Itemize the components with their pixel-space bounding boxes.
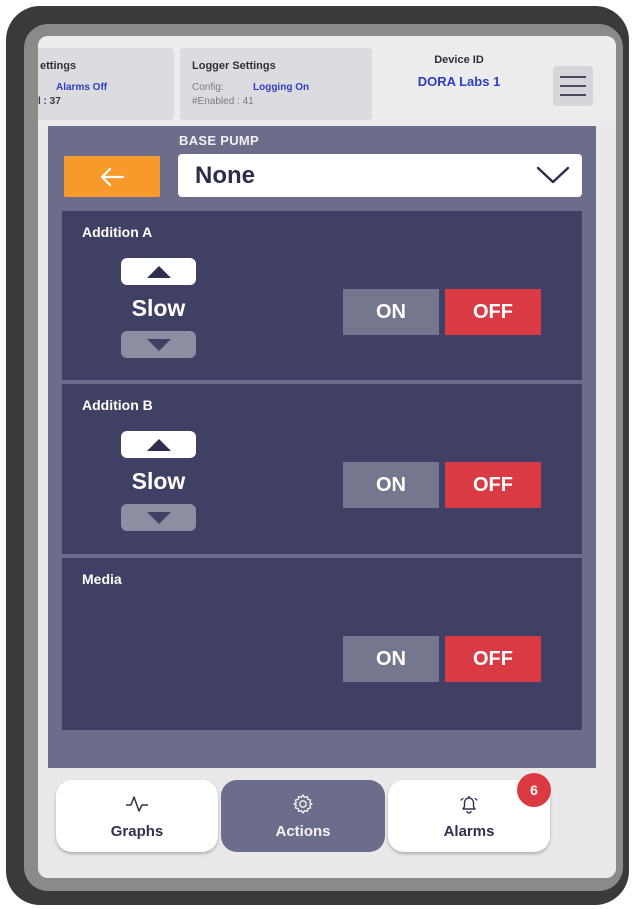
alarm-settings-title: ettings xyxy=(40,60,77,72)
alarm-count: l : 37 xyxy=(38,96,61,107)
hamburger-menu-icon-bar xyxy=(560,94,586,96)
alarm-count-badge: 6 xyxy=(517,773,551,807)
triangle-down-icon xyxy=(146,338,171,351)
pump-speed: Slow xyxy=(131,468,186,494)
pump-card-addition-b: Addition B Slow ON OFF xyxy=(62,384,582,554)
device-id-label: Device ID xyxy=(434,54,484,66)
nav-graphs-button[interactable]: Graphs xyxy=(56,780,218,852)
bell-icon xyxy=(460,795,478,814)
triangle-up-icon xyxy=(146,265,171,278)
hamburger-menu-icon-bar xyxy=(560,85,586,87)
speed-down-button[interactable] xyxy=(121,331,196,358)
pump-off-button[interactable]: OFF xyxy=(445,462,541,508)
nav-graphs-label: Graphs xyxy=(110,822,164,840)
pump-actions-panel: BASE PUMP None Addition A Slow ON OFF Ad… xyxy=(48,126,596,768)
base-pump-selected-value: None xyxy=(195,162,255,189)
speed-up-button[interactable] xyxy=(121,258,196,285)
triangle-down-icon xyxy=(146,511,171,524)
chevron-down-icon xyxy=(536,166,570,184)
gear-icon xyxy=(293,793,313,814)
triangle-up-icon xyxy=(146,438,171,451)
base-pump-dropdown[interactable]: None xyxy=(178,154,582,197)
hamburger-menu-icon xyxy=(560,76,586,78)
pump-on-button[interactable]: ON xyxy=(343,289,439,335)
device-id-value: DORA Labs 1 xyxy=(417,74,501,89)
logger-enabled-count: #Enabled : 41 xyxy=(192,96,254,107)
pump-on-button[interactable]: ON xyxy=(343,636,439,682)
bottom-navigation: Graphs Actions Alarms 6 xyxy=(38,768,616,878)
device-id: Device ID DORA Labs 1 xyxy=(384,54,534,89)
app-screen: ettings Alarms Off l : 37 Logger Setting… xyxy=(38,36,616,878)
alarm-settings-panel[interactable]: ettings Alarms Off l : 37 xyxy=(38,48,174,120)
pump-speed: Slow xyxy=(131,295,186,321)
pump-name: Media xyxy=(82,571,122,587)
menu-button[interactable] xyxy=(553,66,593,106)
pump-name: Addition A xyxy=(82,224,153,240)
nav-actions-button[interactable]: Actions xyxy=(221,780,385,852)
logger-config-value: Logging On xyxy=(253,82,310,93)
pulse-graph-icon xyxy=(126,795,148,812)
base-pump-label: BASE PUMP xyxy=(179,133,259,148)
speed-up-button[interactable] xyxy=(121,431,196,458)
pump-card-addition-a: Addition A Slow ON OFF xyxy=(62,211,582,380)
pump-on-button[interactable]: ON xyxy=(343,462,439,508)
logger-settings-panel[interactable]: Logger Settings Config: Logging On #Enab… xyxy=(180,48,372,120)
pump-name: Addition B xyxy=(82,397,153,413)
pump-off-button[interactable]: OFF xyxy=(445,636,541,682)
arrow-left-icon xyxy=(100,167,125,186)
nav-actions-label: Actions xyxy=(275,822,331,840)
pump-off-button[interactable]: OFF xyxy=(445,289,541,335)
logger-settings-title: Logger Settings xyxy=(192,60,276,72)
pump-card-media: Media ON OFF xyxy=(62,558,582,730)
alarm-status: Alarms Off xyxy=(56,82,108,93)
speed-down-button[interactable] xyxy=(121,504,196,531)
nav-alarms-label: Alarms xyxy=(443,822,495,840)
logger-config-label: Config: xyxy=(192,82,224,93)
status-bar: ettings Alarms Off l : 37 Logger Setting… xyxy=(38,36,616,126)
back-button[interactable] xyxy=(64,156,160,197)
